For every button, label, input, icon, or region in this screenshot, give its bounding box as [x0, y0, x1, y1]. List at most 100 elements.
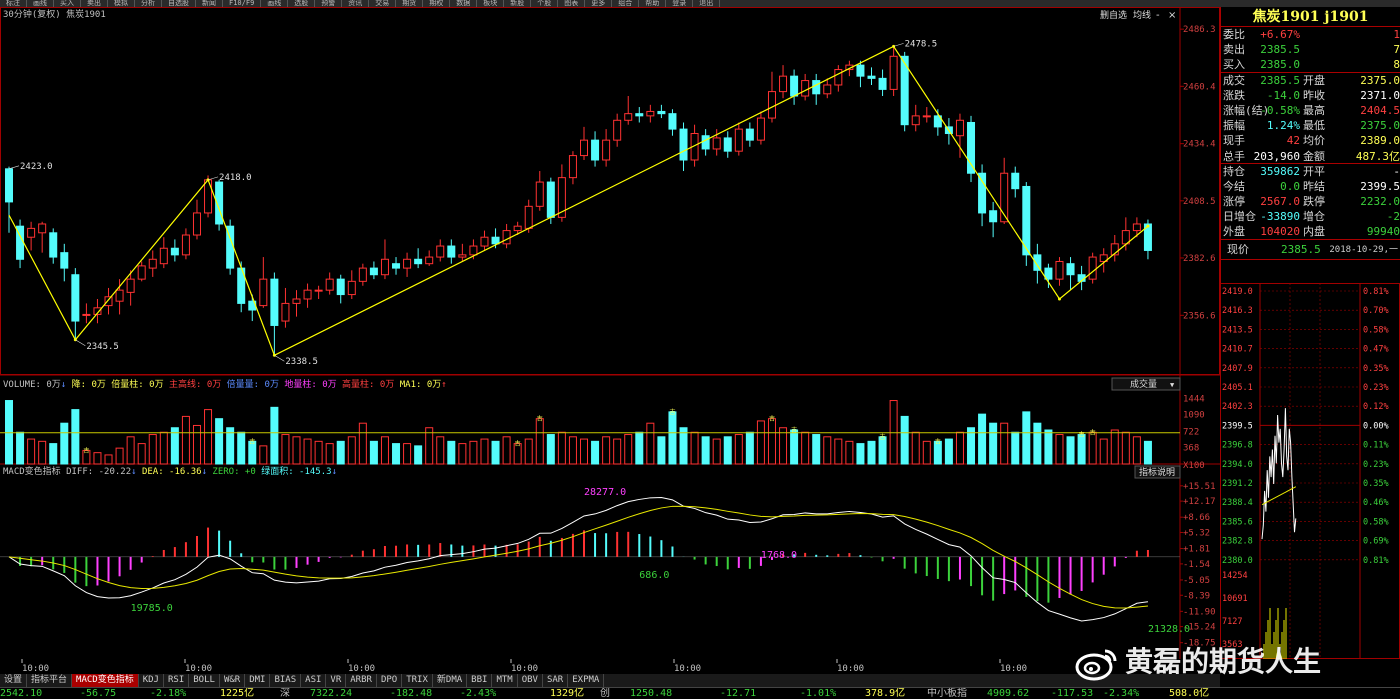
- volume-bar: [546, 434, 555, 465]
- toolbar-item-16[interactable]: 数据: [450, 0, 478, 7]
- candle-body: [82, 313, 91, 316]
- volume-bar: [812, 434, 821, 465]
- tab-11[interactable]: ARBR: [346, 674, 377, 687]
- quote-l: 外盘: [1223, 225, 1245, 239]
- volume-bar: [1143, 440, 1152, 465]
- toolbar-item-14[interactable]: 期货: [396, 0, 424, 7]
- tab-5[interactable]: BOLL: [189, 674, 220, 687]
- toolbar-item-23[interactable]: 帮助: [639, 0, 667, 7]
- mini-tick-line: [1261, 408, 1297, 540]
- toolbar-item-6[interactable]: 自选股: [162, 0, 196, 7]
- quote-row: 成交 2385.5 开盘 2375.0: [1221, 73, 1400, 88]
- toolbar-item-9[interactable]: 画线: [261, 0, 289, 7]
- quote-l2: 开平: [1303, 164, 1325, 178]
- toolbar-item-2[interactable]: 买入: [54, 0, 81, 7]
- tab-4[interactable]: RSI: [164, 674, 190, 687]
- status-item: 7322.24: [310, 688, 353, 699]
- toolbar-item-22[interactable]: 组合: [612, 0, 640, 7]
- toolbar-item-25[interactable]: 退出: [693, 0, 721, 7]
- time-tick-label: 10:00: [22, 664, 49, 674]
- macd-tick-label: -8.39: [1183, 591, 1210, 601]
- chart-svg[interactable]: 30分钟(复权) 焦炭1901 删自选 均线 - × 2486.3 2460.4 2434.4…: [0, 7, 1220, 659]
- toolbar-item-17[interactable]: 板块: [477, 0, 505, 7]
- chart-area[interactable]: 30分钟(复权) 焦炭1901 删自选 均线 - × 2486.3 2460.4 2434.4…: [0, 7, 1220, 659]
- tab-6[interactable]: W&R: [220, 674, 246, 687]
- quote-l: 买入: [1223, 58, 1245, 72]
- toolbar-item-12[interactable]: 资讯: [342, 0, 370, 7]
- volume-bar: [1066, 436, 1075, 465]
- toolbar-item-8[interactable]: F10/F9: [223, 0, 262, 7]
- volume-bar: [458, 443, 467, 465]
- volume-header: VOLUME: 0万↓ 降: 0万 倍量柱: 0万 主高线: 0万 倍量量: 0…: [3, 378, 447, 390]
- candle-body: [878, 77, 887, 90]
- candle-body: [1055, 260, 1064, 280]
- toolbar-item-15[interactable]: 期权: [423, 0, 451, 7]
- tab-13[interactable]: TRIX: [402, 674, 433, 687]
- toolbar-item-10[interactable]: 选股: [288, 0, 316, 7]
- candle-body: [281, 302, 290, 322]
- tab-9[interactable]: ASI: [301, 674, 327, 687]
- top-toolbar[interactable]: 标注 画线 买入 卖出 模拟 分析 自选股 新闻 F10/F9 画线 选股 预警 资讯 交易 期货 期权 数据板…: [0, 0, 1400, 7]
- status-item: 1250.48: [630, 688, 673, 699]
- tab-19[interactable]: EXPMA: [568, 674, 605, 687]
- toolbar-item-4[interactable]: 模拟: [108, 0, 135, 7]
- tab-2[interactable]: MACD变色指标: [72, 674, 139, 687]
- toolbar-item-19[interactable]: 个股: [531, 0, 559, 7]
- status-item: 创: [600, 688, 610, 699]
- tab-12[interactable]: DPO: [377, 674, 403, 687]
- toolbar-item-24[interactable]: 登录: [666, 0, 694, 7]
- tab-1[interactable]: 指标平台: [27, 674, 73, 687]
- toolbar-item-13[interactable]: 交易: [369, 0, 397, 7]
- volume-bar: [668, 411, 677, 465]
- quote-row: 现手 42 均价 2389.0: [1221, 133, 1400, 148]
- volume-bar: [1011, 431, 1020, 465]
- price-tick-label: 2434.4: [1183, 140, 1216, 150]
- tab-7[interactable]: DMI: [245, 674, 271, 687]
- mini-pct-label: 0.58%: [1363, 325, 1389, 335]
- mini-price-label: 2380.0: [1222, 556, 1253, 566]
- volume-bar: [734, 434, 743, 465]
- volume-marker: 吉: [1090, 429, 1096, 436]
- minimize-icon: -: [1156, 10, 1160, 21]
- tab-8[interactable]: BIAS: [270, 674, 302, 687]
- tab-17[interactable]: OBV: [518, 674, 543, 687]
- volume-bar: [380, 436, 389, 465]
- volume-marker: 吉: [1079, 432, 1085, 439]
- tab-3[interactable]: KDJ: [139, 674, 164, 687]
- toolbar-item-11[interactable]: 预警: [315, 0, 343, 7]
- status-item: -182.48: [390, 688, 433, 699]
- toolbar-item-0[interactable]: 标注: [0, 0, 27, 7]
- tab-10[interactable]: VR: [326, 674, 347, 687]
- toolbar-item-1[interactable]: 画线: [27, 0, 54, 7]
- tab-16[interactable]: MTM: [492, 674, 518, 687]
- toolbar-item-20[interactable]: 图表: [558, 0, 586, 7]
- toolbar-item-7[interactable]: 新闻: [196, 0, 223, 7]
- indicator-tabs[interactable]: 设置 指标平台 MACD变色指标 KDJ RSI BOLL W&R DMI BIAS ASI VR A…: [0, 674, 1220, 687]
- toolbar-item-5[interactable]: 分析: [135, 0, 162, 7]
- watermark-text: 黄磊的期货人生: [1125, 645, 1322, 678]
- volume-bar: [16, 431, 25, 465]
- toolbar-item-21[interactable]: 更多: [585, 0, 613, 7]
- macd-tick-label: -1.54: [1183, 560, 1210, 570]
- candle-body: [1011, 172, 1020, 190]
- tab-18[interactable]: SAR: [543, 674, 569, 687]
- candle-body: [613, 119, 622, 141]
- volume-bar: [215, 418, 224, 465]
- status-item: -2.18%: [150, 688, 187, 699]
- quote-l: 涨跌: [1223, 88, 1245, 102]
- tab-15[interactable]: BBI: [467, 674, 493, 687]
- candle-body: [646, 110, 655, 117]
- volume-marker: 吉: [935, 438, 941, 445]
- quote-row: 总手 203,960 金额 487.3亿: [1221, 149, 1400, 164]
- macd-diff-line: [8, 496, 1149, 622]
- volume-bar: [491, 440, 500, 465]
- toolbar-item-18[interactable]: 新股: [504, 0, 532, 7]
- volume-bar: [1110, 429, 1119, 465]
- quote-v2: -: [1393, 164, 1400, 178]
- candle-body: [657, 110, 666, 115]
- volume-bar: [867, 440, 876, 465]
- mini-pct-label: 0.23%: [1363, 460, 1389, 470]
- tab-0[interactable]: 设置: [0, 674, 28, 687]
- tab-14[interactable]: 新DMA: [433, 674, 468, 687]
- toolbar-item-3[interactable]: 卖出: [81, 0, 108, 7]
